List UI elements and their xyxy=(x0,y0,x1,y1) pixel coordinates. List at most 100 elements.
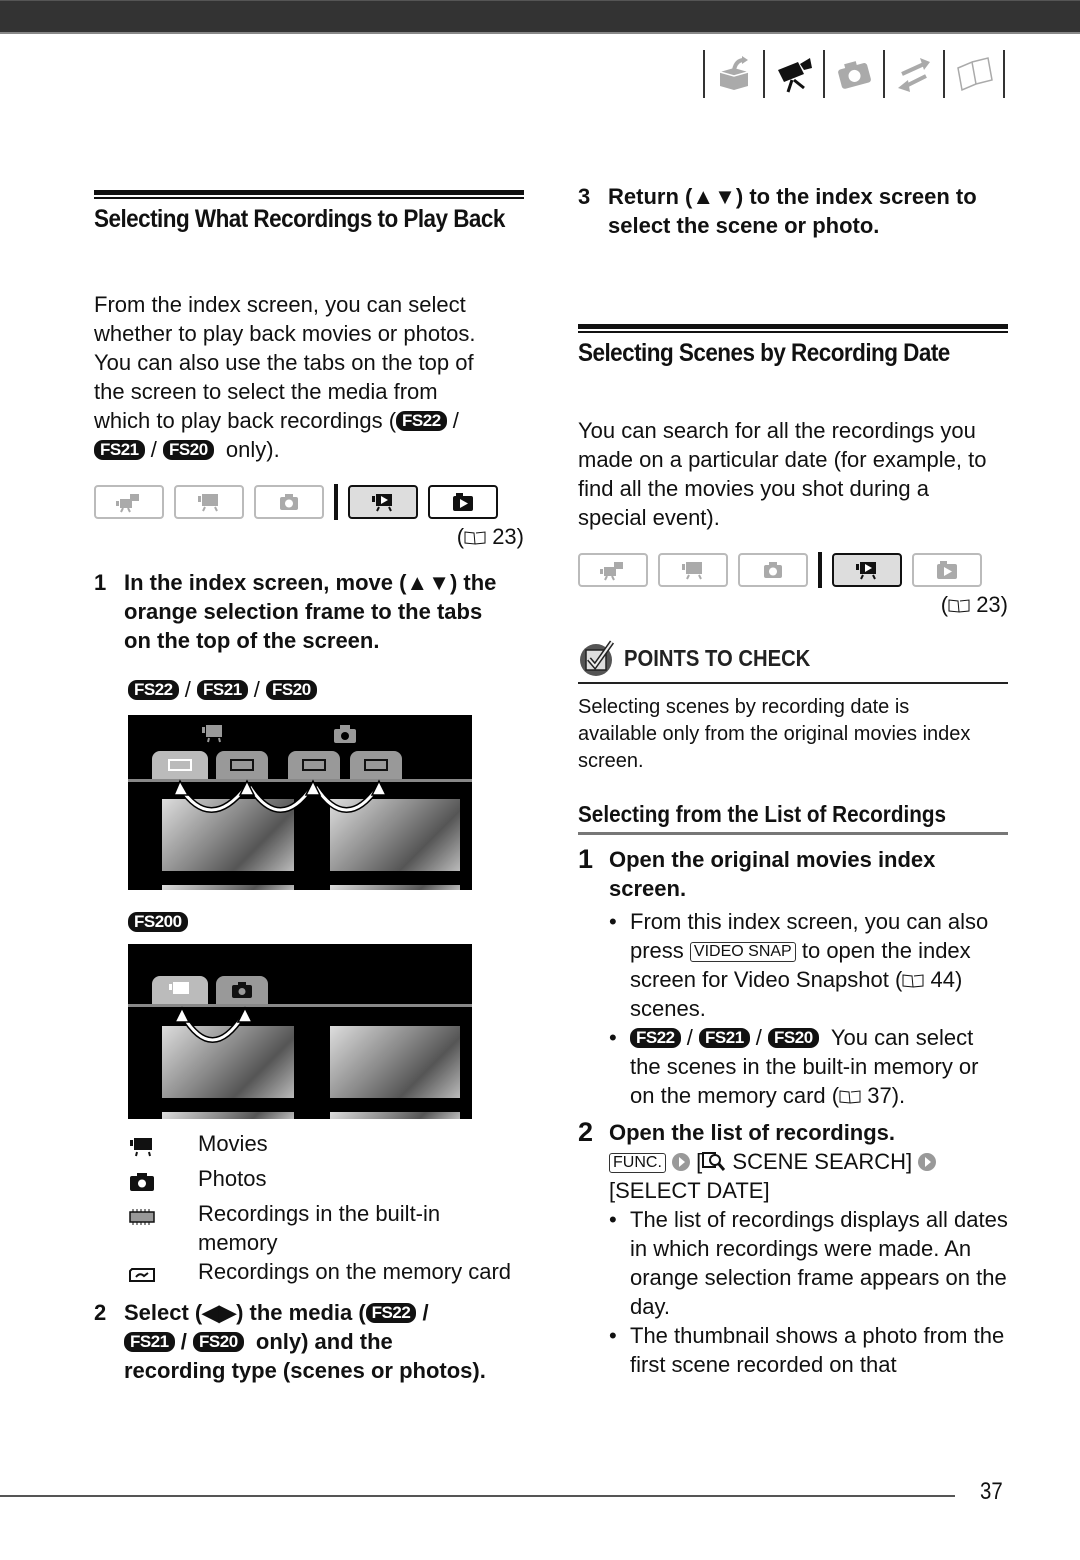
legend-label: Photos xyxy=(198,1166,267,1191)
tab-photos[interactable] xyxy=(254,485,324,519)
left-column: Selecting What Recordings to Play Back F… xyxy=(94,190,524,1385)
model-badge-fs20: FS20 xyxy=(266,680,317,700)
memory-card-icon xyxy=(129,1268,155,1282)
text-line: whether to play back movies or photos. xyxy=(94,321,476,346)
legend-item: Movies xyxy=(128,1129,524,1164)
model-badge-fs22: FS22 xyxy=(128,680,179,700)
tab-dual-shot[interactable] xyxy=(94,485,164,519)
top-bar xyxy=(0,0,1080,34)
model-badge-fs21: FS21 xyxy=(699,1028,750,1048)
transfer-arrows-icon[interactable] xyxy=(885,50,943,98)
func-button-label: FUNC. xyxy=(609,1153,666,1173)
tab-divider xyxy=(818,552,822,588)
tab-dual-shot[interactable] xyxy=(578,553,648,587)
step-1: 1 Open the original movies index screen. … xyxy=(578,845,1008,1110)
separator: / xyxy=(452,408,459,433)
photo-camera-icon[interactable] xyxy=(825,50,883,98)
next-arrow-icon xyxy=(672,1153,691,1171)
model-badge-fs21: FS21 xyxy=(197,680,248,700)
right-column: 3 Return (▲▼) to the index screen to sele… xyxy=(578,182,1008,1379)
book-icon[interactable] xyxy=(945,50,1003,98)
photo-icon xyxy=(130,1173,154,1191)
step-number: 2 xyxy=(578,1117,594,1147)
text: scenes. xyxy=(630,996,706,1021)
step-text: Open the list of recordings. xyxy=(609,1120,896,1145)
bullet-text: The thumbnail shows a photo from the fir… xyxy=(630,1323,1005,1377)
movie-icon xyxy=(130,1138,152,1157)
step-line: 2 Select (◀▶) the media (FS22 / xyxy=(94,1298,524,1327)
step-text: Open the original movies index xyxy=(609,847,936,872)
legend-item: Recordings in the built-in memory xyxy=(128,1199,524,1257)
points-to-check-title: POINTS TO CHECK xyxy=(624,644,811,671)
separator: / xyxy=(755,1025,762,1050)
step-text: Return (▲▼) to the index screen to xyxy=(608,184,977,209)
movie-playback-icon xyxy=(856,562,876,580)
index-tabs xyxy=(94,484,524,520)
points-to-check-text: Selecting scenes by recording date is av… xyxy=(578,696,971,772)
model-badge-fs200: FS200 xyxy=(128,912,188,932)
bullet-text: The list of recordings displays all date… xyxy=(630,1207,1008,1319)
step-text: orange selection frame to the tabs xyxy=(124,599,483,624)
bullet-item: • The thumbnail shows a photo from the fi… xyxy=(609,1321,1008,1379)
tab-photos[interactable] xyxy=(738,553,808,587)
step-line: 1 In the index screen, move (▲▼) the xyxy=(94,568,524,597)
photo-icon xyxy=(280,494,298,510)
movie-camera-icon[interactable] xyxy=(765,50,823,98)
book-icon xyxy=(902,974,924,988)
navigation-arrows xyxy=(172,779,388,813)
ref-number: 37 xyxy=(867,1083,892,1108)
step-text: on the top of the screen. xyxy=(124,628,380,653)
text: Select (◀▶) the media ( xyxy=(124,1300,366,1325)
movie-icon xyxy=(682,562,702,580)
step-line: screen. xyxy=(578,874,1008,903)
separator: / xyxy=(422,1300,429,1325)
menu-path: FUNC. [ SCENE SEARCH] [SELECT DATE] xyxy=(609,1147,1008,1205)
tab-movies[interactable] xyxy=(658,553,728,587)
chapter-tabs xyxy=(703,50,1005,98)
section-title: Selecting Scenes by Recording Date xyxy=(578,339,950,367)
tab-movie-playback[interactable] xyxy=(348,485,418,519)
step-line: FS21 / FS20 only) and the xyxy=(94,1327,524,1356)
book-icon xyxy=(464,531,486,545)
step-1: 1 In the index screen, move (▲▼) the oran… xyxy=(94,568,524,655)
subsection-rule xyxy=(578,832,1008,835)
video-snap-button-label: VIDEO SNAP xyxy=(689,942,796,962)
model-label-row: FS22 / FS21 / FS20 xyxy=(128,677,524,703)
text: only). xyxy=(225,437,280,462)
legend-item: Recordings on the memory card xyxy=(128,1257,524,1292)
step-3: 3 Return (▲▼) to the index screen to sele… xyxy=(578,182,1008,240)
step-line: 2 Open the list of recordings. xyxy=(578,1118,1008,1147)
legend-label: Recordings on the memory card xyxy=(198,1259,512,1284)
step-line: recording type (scenes or photos). xyxy=(94,1356,524,1385)
menu-item-scene-search: SCENE SEARCH] xyxy=(732,1149,913,1174)
text-line: the screen to select the media from xyxy=(94,379,438,404)
separator: / xyxy=(180,1329,187,1354)
legend-label: Movies xyxy=(198,1131,268,1156)
step-text: select the scene or photo. xyxy=(608,213,880,238)
text-line: which to play back recordings (FS22 / xyxy=(94,406,524,435)
intro-box-icon[interactable] xyxy=(705,50,763,98)
step-text: recording type (scenes or photos). xyxy=(124,1358,486,1383)
page-reference[interactable]: ( 23) xyxy=(94,524,524,550)
tab-photo-playback[interactable] xyxy=(428,485,498,519)
step-text: Select (◀▶) the media (FS22 / xyxy=(124,1298,429,1327)
photo-icon xyxy=(764,562,782,578)
bullet-text: FS22 / FS21 / FS20 You can select the sc… xyxy=(630,1025,979,1108)
ref-number: 23 xyxy=(976,592,1001,617)
model-badge-fs22: FS22 xyxy=(630,1028,681,1048)
text-line: From the index screen, you can select xyxy=(94,292,466,317)
text: only) and the xyxy=(255,1329,393,1354)
index-screen-illustration-fs200 xyxy=(128,944,472,1119)
tab-photo-playback[interactable] xyxy=(912,553,982,587)
tab-movies[interactable] xyxy=(174,485,244,519)
page-reference[interactable]: ( 23) xyxy=(578,592,1008,618)
book-icon xyxy=(948,599,970,613)
points-to-check-header: POINTS TO CHECK xyxy=(578,638,1008,684)
page-number: 37 xyxy=(980,1478,1003,1505)
icon-legend: Movies Photos Recordings in the built-in… xyxy=(128,1129,524,1292)
section-title: Selecting What Recordings to Play Back xyxy=(94,205,505,233)
tab-movie-playback[interactable] xyxy=(832,553,902,587)
step-line: orange selection frame to the tabs xyxy=(94,597,524,626)
intro-paragraph: You can search for all the recordings yo… xyxy=(578,418,987,530)
ref-number: 44 xyxy=(930,967,955,992)
